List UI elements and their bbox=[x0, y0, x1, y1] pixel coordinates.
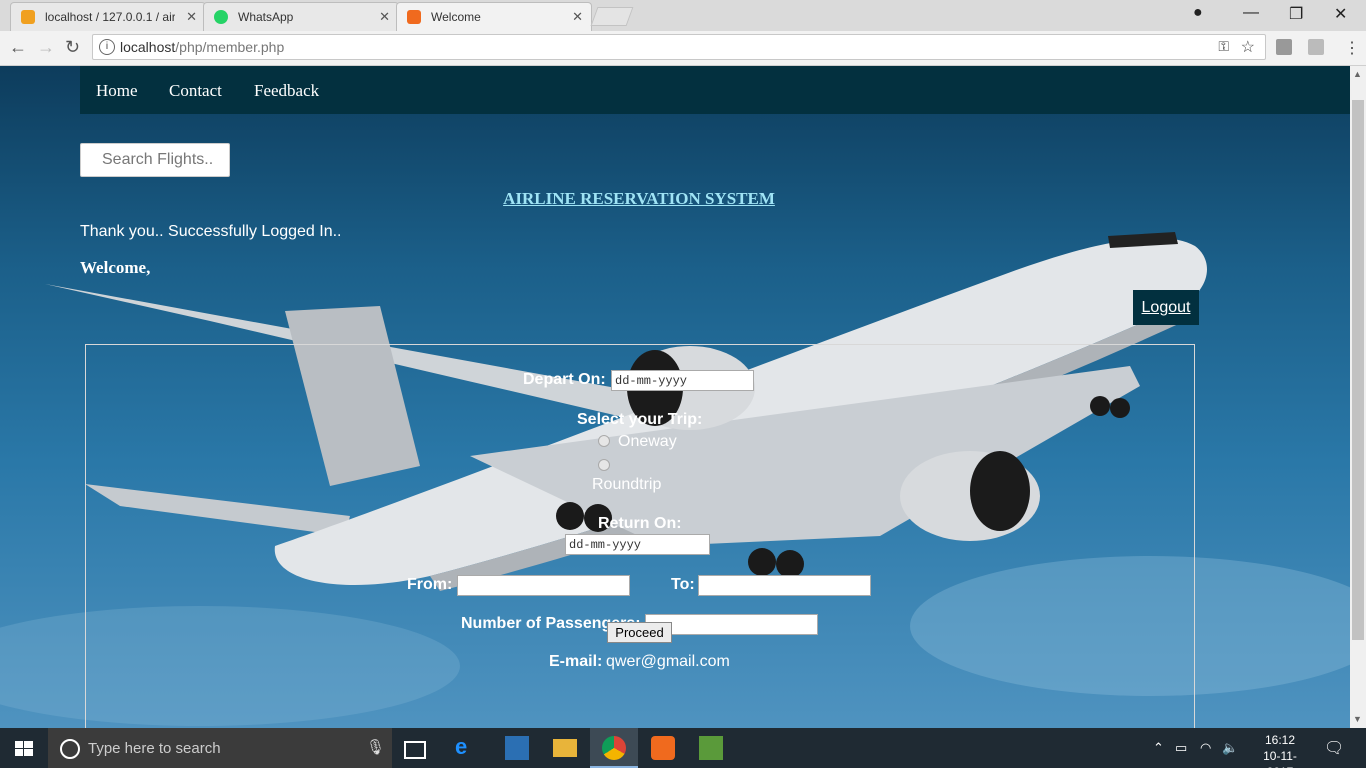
nav-home-link[interactable]: Home bbox=[96, 81, 138, 101]
store-icon[interactable] bbox=[505, 736, 529, 760]
to-label: To: bbox=[671, 576, 695, 593]
wifi-icon[interactable]: ◠ bbox=[1200, 740, 1211, 756]
email-label: E-mail: bbox=[549, 653, 603, 670]
new-tab-button[interactable] bbox=[590, 7, 634, 26]
to-input[interactable] bbox=[698, 575, 871, 596]
menu-icon[interactable]: ⋮ bbox=[1344, 38, 1360, 58]
page-scrollbar[interactable]: ▲ ▼ bbox=[1350, 66, 1366, 728]
tab-title: WhatsApp bbox=[238, 10, 294, 24]
extension-icon[interactable] bbox=[1276, 39, 1292, 55]
return-label: Return On: bbox=[598, 515, 682, 532]
from-input[interactable] bbox=[457, 575, 630, 596]
volume-icon[interactable]: 🔈 bbox=[1222, 740, 1238, 756]
info-icon[interactable]: i bbox=[99, 39, 115, 55]
proceed-button[interactable]: Proceed bbox=[607, 622, 672, 643]
depart-date-input[interactable]: dd-mm-yyyy bbox=[611, 370, 754, 391]
trip-label: Select your Trip: bbox=[577, 411, 703, 428]
taskbar-search[interactable]: Type here to search 🎙 bbox=[48, 728, 392, 768]
tab-title: Welcome bbox=[431, 10, 481, 24]
return-date-input[interactable]: dd-mm-yyyy bbox=[565, 534, 710, 555]
xampp-icon[interactable] bbox=[651, 736, 675, 760]
clock-date: 10-11-2017 bbox=[1263, 749, 1297, 768]
nav-contact-link[interactable]: Contact bbox=[169, 81, 222, 101]
system-clock[interactable]: 16:12 10-11-2017 bbox=[1250, 732, 1310, 768]
login-success-message: Thank you.. Successfully Logged In.. bbox=[80, 223, 342, 240]
url-host: localhost bbox=[120, 39, 176, 55]
nav-feedback-link[interactable]: Feedback bbox=[254, 81, 319, 101]
depart-label: Depart On: bbox=[523, 371, 606, 388]
cortana-icon bbox=[60, 739, 80, 759]
roundtrip-label: Roundtrip bbox=[592, 476, 662, 493]
oneway-label: Oneway bbox=[618, 433, 677, 450]
chevron-up-icon[interactable]: ⌃ bbox=[1153, 740, 1164, 756]
close-icon[interactable]: ✕ bbox=[186, 9, 197, 25]
reload-icon[interactable]: ↻ bbox=[65, 37, 80, 58]
email-value: qwer@gmail.com bbox=[606, 653, 730, 670]
page-body: Home Contact Feedback Search Flights.. A… bbox=[0, 66, 1350, 728]
chrome-icon[interactable] bbox=[602, 736, 626, 760]
scroll-down-icon[interactable]: ▼ bbox=[1353, 714, 1362, 724]
task-view-icon[interactable] bbox=[404, 741, 426, 759]
search-flights-button[interactable]: Search Flights.. bbox=[80, 143, 230, 177]
minimize-icon[interactable]: — bbox=[1243, 4, 1259, 22]
tab-phpmyadmin[interactable]: localhost / 127.0.0.1 / air ✕ bbox=[10, 2, 206, 31]
forward-icon[interactable]: → bbox=[37, 37, 55, 58]
close-icon[interactable]: ✕ bbox=[572, 9, 583, 25]
windows-icon bbox=[15, 741, 33, 756]
start-button[interactable] bbox=[0, 728, 48, 768]
battery-icon[interactable]: ▭ bbox=[1175, 740, 1187, 756]
back-icon[interactable]: ← bbox=[9, 37, 27, 58]
address-bar[interactable]: i localhost/php/member.php ⚿ ☆ bbox=[92, 34, 1266, 60]
url-text: localhost/php/member.php bbox=[120, 39, 284, 55]
microphone-icon[interactable]: 🎙 bbox=[366, 738, 385, 756]
profile-icon[interactable]: ● bbox=[1193, 4, 1203, 22]
scroll-up-icon[interactable]: ▲ bbox=[1353, 69, 1362, 79]
roundtrip-radio[interactable] bbox=[598, 459, 610, 471]
file-explorer-icon[interactable] bbox=[553, 739, 577, 757]
xampp-icon bbox=[407, 10, 421, 24]
welcome-heading: Welcome, bbox=[80, 258, 151, 277]
tab-strip: localhost / 127.0.0.1 / air ✕ WhatsApp ✕… bbox=[0, 0, 1366, 31]
tab-whatsapp[interactable]: WhatsApp ✕ bbox=[203, 2, 399, 31]
url-path: /php/member.php bbox=[175, 39, 285, 55]
browser-toolbar: ← → ↻ i localhost/php/member.php ⚿ ☆ ⋮ bbox=[0, 31, 1366, 66]
site-title-link[interactable]: AIRLINE RESERVATION SYSTEM bbox=[0, 189, 1278, 209]
logout-button[interactable]: Logout bbox=[1133, 290, 1199, 325]
taskbar-search-placeholder: Type here to search bbox=[88, 740, 221, 757]
oneway-radio[interactable] bbox=[598, 435, 610, 447]
whatsapp-icon bbox=[214, 10, 228, 24]
notifications-icon[interactable]: 🗨 bbox=[1324, 738, 1344, 758]
edge-icon[interactable]: e bbox=[455, 734, 479, 759]
tab-welcome[interactable]: Welcome ✕ bbox=[396, 2, 592, 31]
pdf-extension-icon[interactable] bbox=[1308, 39, 1324, 55]
scrollbar-thumb[interactable] bbox=[1352, 100, 1364, 640]
phpmyadmin-icon bbox=[21, 10, 35, 24]
close-icon[interactable]: ✕ bbox=[379, 9, 390, 25]
star-icon[interactable]: ☆ bbox=[1241, 37, 1255, 57]
notepad-plus-icon[interactable] bbox=[699, 736, 723, 760]
close-window-icon[interactable]: ✕ bbox=[1334, 4, 1347, 24]
clock-time: 16:12 bbox=[1264, 733, 1296, 747]
main-navbar: Home Contact Feedback bbox=[80, 66, 1350, 114]
restore-icon[interactable]: ❐ bbox=[1289, 4, 1303, 24]
windows-taskbar: Type here to search 🎙 e ⌃ ▭ ◠ 🔈 16:12 10… bbox=[0, 728, 1366, 768]
from-label: From: bbox=[407, 576, 453, 593]
tab-title: localhost / 127.0.0.1 / air bbox=[45, 10, 175, 24]
key-icon[interactable]: ⚿ bbox=[1218, 38, 1229, 55]
